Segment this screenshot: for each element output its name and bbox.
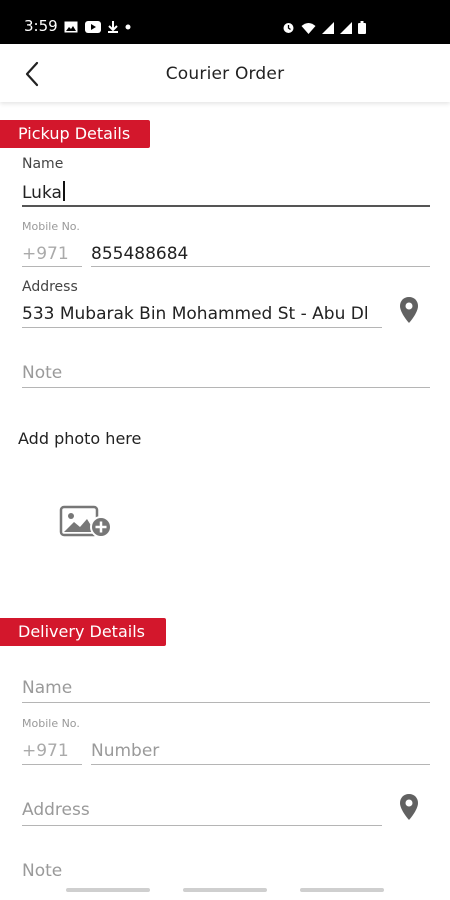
pickup-address-value: 533 Mubarak Bin Mohammed St - Abu Dl — [22, 304, 369, 324]
youtube-icon — [85, 21, 101, 33]
signal-icon — [340, 21, 352, 34]
pickup-mobile-label: Mobile No. — [22, 220, 80, 233]
battery-icon — [358, 21, 366, 34]
gallery-icon — [64, 21, 78, 33]
dot-icon — [125, 24, 131, 30]
pickup-address-underline — [22, 327, 382, 328]
pickup-name-label: Name — [22, 156, 64, 172]
nav-hint-right — [300, 888, 384, 892]
pickup-note-placeholder: Note — [22, 363, 63, 383]
delivery-name-underline — [22, 702, 430, 703]
pickup-note-input[interactable]: Note — [22, 360, 430, 388]
pickup-section-header: Pickup Details — [0, 120, 150, 148]
delivery-mobile-input[interactable]: Number — [91, 738, 430, 766]
pickup-mobile-prefix: +971 — [22, 244, 69, 264]
alarm-icon — [283, 23, 294, 33]
pickup-mobile-input[interactable]: 855488684 — [91, 240, 430, 268]
location-pin-icon[interactable] — [398, 793, 420, 821]
nav-hint-center — [183, 888, 267, 892]
location-pin-icon[interactable] — [398, 296, 420, 324]
add-photo-label: Add photo here — [18, 429, 142, 448]
delivery-address-placeholder: Address — [22, 800, 90, 820]
delivery-mobile-underline — [91, 764, 430, 765]
status-time: 3:59 — [24, 17, 58, 35]
delivery-note-input[interactable]: Note — [22, 858, 430, 884]
text-caret — [62, 181, 65, 201]
nav-hint-left — [66, 888, 150, 892]
pickup-address-label: Address — [22, 279, 78, 295]
pickup-mobile-underline — [91, 266, 430, 267]
pickup-name-value: Luka — [22, 183, 62, 203]
status-bar: 3:59 — [0, 0, 450, 44]
delivery-note-placeholder: Note — [22, 861, 63, 881]
add-photo-button[interactable] — [56, 500, 116, 544]
app-bar: Courier Order — [0, 44, 450, 102]
delivery-mobile-label: Mobile No. — [22, 717, 80, 730]
download-icon — [108, 21, 118, 33]
signal-icon — [322, 21, 334, 34]
pickup-prefix-underline — [22, 266, 82, 267]
pickup-mobile-value: 855488684 — [91, 244, 189, 264]
delivery-section-header: Delivery Details — [0, 618, 166, 646]
page-title: Courier Order — [165, 64, 285, 84]
delivery-address-underline — [22, 825, 382, 826]
add-photo-icon — [59, 505, 112, 538]
delivery-address-input[interactable]: Address — [22, 797, 382, 825]
delivery-mobile-prefix: +971 — [22, 741, 69, 761]
delivery-name-input[interactable]: Name — [22, 675, 430, 703]
pickup-note-underline — [22, 387, 430, 388]
delivery-name-placeholder: Name — [22, 678, 73, 698]
wifi-icon — [301, 22, 316, 34]
delivery-mobile-placeholder: Number — [91, 741, 160, 761]
delivery-prefix-underline — [22, 764, 82, 765]
pickup-name-underline — [22, 205, 430, 207]
pickup-address-input[interactable]: 533 Mubarak Bin Mohammed St - Abu Dl — [22, 300, 382, 328]
